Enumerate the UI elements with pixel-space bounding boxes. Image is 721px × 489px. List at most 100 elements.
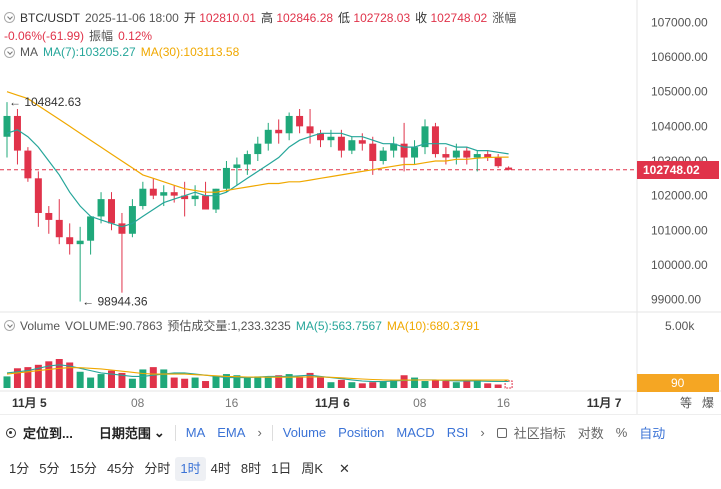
macd-indicator-button[interactable]: MACD (390, 425, 440, 440)
candle-body (348, 140, 356, 151)
axis-mode-button[interactable]: 爆 (702, 396, 714, 410)
close-label: 收 (415, 11, 428, 25)
interval-button[interactable]: 1时 (175, 457, 206, 481)
time-axis-label: 11月 5 (12, 396, 47, 410)
volume-bar (358, 383, 366, 388)
locate-label: 定位到... (23, 426, 73, 441)
volume-bar (348, 382, 356, 388)
interval-button[interactable]: 45分 (102, 457, 139, 481)
time-axis-label: 11月 6 (315, 396, 350, 410)
candle (24, 147, 32, 182)
vol-ma5-value: MA(5):563.7567 (295, 318, 382, 333)
candle (13, 109, 21, 165)
candle (66, 223, 74, 255)
close-icon[interactable]: ✕ (334, 457, 355, 481)
high-label: 高 (260, 11, 273, 25)
ma7-value: MA(7):103205.27 (43, 45, 136, 59)
candle-body (337, 136, 345, 151)
interval-button[interactable]: 15分 (64, 457, 101, 481)
volume-legend: Volume VOLUME:90.7863 预估成交量:1,233.3235 M… (4, 317, 480, 334)
date-range-button[interactable]: 日期范围 ⌄ (93, 423, 171, 442)
candle (484, 150, 492, 161)
volume-bar (202, 381, 210, 388)
volume-bar (317, 377, 324, 388)
candle-body (13, 115, 21, 151)
interval-toolbar: 1分 5分 15分 45分 分时 1时 4时 8时 1日 周K ✕ (0, 451, 721, 487)
candle-body (494, 157, 502, 167)
ema-indicator-button[interactable]: EMA (211, 425, 251, 440)
candle-body (24, 150, 32, 179)
candle (34, 171, 42, 227)
price-volume-chart[interactable]: 107000.00106000.00105000.00104000.001030… (0, 0, 721, 414)
time-axis-label: 08 (131, 396, 145, 410)
amplitude-label: 振幅 (89, 29, 114, 43)
candle (327, 129, 335, 148)
low-value: 102728.03 (353, 11, 411, 25)
open-value: 102810.01 (199, 11, 256, 25)
candle-body (358, 140, 366, 144)
volume-bar (452, 382, 460, 388)
volume-bar (243, 377, 251, 388)
volume-indicator-button[interactable]: Volume (277, 425, 332, 440)
candle (233, 157, 241, 186)
volume-bar (369, 382, 377, 388)
candle-datetime: 2025-11-06 18:00 (85, 10, 179, 25)
low-label: 低 (338, 11, 351, 25)
interval-button[interactable]: 分时 (139, 457, 175, 481)
change-value: -0.06%(-61.99) (4, 28, 85, 43)
locate-button[interactable]: 定位到... (0, 423, 79, 442)
candle (494, 154, 502, 168)
candle-body (45, 212, 53, 220)
volume-bar (76, 371, 84, 388)
candle-body (431, 126, 439, 155)
candle-body (285, 115, 293, 134)
percent-scale-button[interactable]: % (610, 425, 634, 440)
ohlc-info-row: BTC/USDT 2025-11-06 18:00 开 102810.01 高 … (4, 9, 516, 26)
interval-button[interactable]: 1日 (266, 457, 296, 481)
candle-body (233, 164, 241, 168)
community-indicators-button[interactable]: 社区指标 (491, 423, 572, 442)
position-indicator-button[interactable]: Position (332, 425, 390, 440)
candle (243, 150, 251, 175)
chevron-down-icon[interactable] (4, 12, 15, 23)
volume-bar (337, 379, 345, 388)
date-range-label: 日期范围 (98, 426, 151, 441)
candle-body (306, 126, 314, 134)
chevron-right-icon[interactable]: › (251, 425, 267, 440)
candle (222, 161, 230, 193)
candle-body (3, 115, 11, 137)
candle (87, 216, 95, 255)
candle (306, 109, 314, 144)
candle-body (442, 154, 450, 158)
interval-button[interactable]: 5分 (34, 457, 64, 481)
volume-bar (212, 376, 220, 388)
candle (411, 140, 419, 165)
ma-indicator-button[interactable]: MA (180, 425, 212, 440)
auto-scale-button[interactable]: 自动 (633, 423, 671, 442)
candle (390, 136, 398, 158)
chevron-down-icon: ⌄ (153, 424, 165, 440)
candle-body (87, 216, 95, 241)
chevron-down-icon[interactable] (4, 46, 15, 58)
chevron-down-icon[interactable] (4, 320, 15, 331)
volume-bar (411, 377, 419, 388)
candle-body (202, 195, 210, 210)
candle-body (108, 199, 115, 224)
interval-button[interactable]: 4时 (206, 457, 236, 481)
volume-label: Volume (20, 318, 61, 333)
log-scale-button[interactable]: 对数 (572, 423, 610, 442)
chevron-right-icon[interactable]: › (474, 425, 490, 440)
price-axis-label: 102000.00 (651, 189, 708, 203)
candle-body (463, 150, 471, 158)
ma30-value: MA(30):103113.58 (140, 45, 240, 59)
candle-body (97, 199, 105, 217)
price-axis-label: 99000.00 (651, 293, 701, 307)
rsi-indicator-button[interactable]: RSI (441, 425, 475, 440)
candle-body (254, 143, 262, 155)
candle-body (379, 150, 387, 161)
axis-mode-button[interactable]: 等 (680, 396, 692, 410)
candle (149, 178, 157, 200)
interval-button[interactable]: 周K (296, 457, 328, 481)
interval-button[interactable]: 8时 (236, 457, 266, 481)
interval-button[interactable]: 1分 (4, 457, 34, 481)
